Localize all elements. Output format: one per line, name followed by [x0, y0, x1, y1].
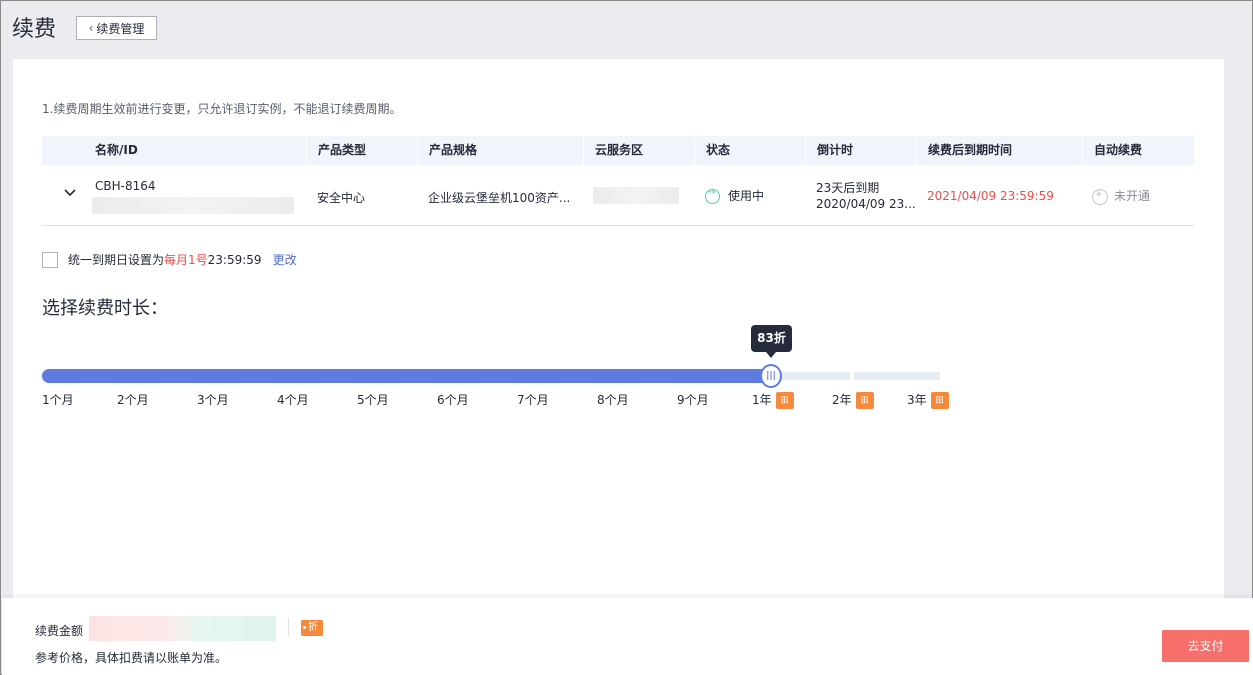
- duration-option-9-months[interactable]: 9个月: [677, 391, 709, 408]
- in-use-status-icon: [705, 187, 720, 204]
- instance-name: CBH-8164: [95, 179, 156, 193]
- unify-suffix: 23:59:59: [207, 252, 262, 267]
- page-title: 续费: [12, 17, 57, 42]
- col-header-product-type: 产品类型: [306, 136, 366, 165]
- fee-divider: [288, 618, 289, 636]
- duration-option-5-months[interactable]: 5个月: [357, 391, 389, 408]
- status-text: 使用中: [728, 189, 765, 203]
- unify-prefix: 统一到期日设置为: [68, 253, 165, 267]
- duration-option-3-months[interactable]: 3个月: [197, 391, 229, 408]
- table-row: CBH-8164 安全中心 企业级云堡垒机100资产... 使用中 23天后到期…: [42, 165, 1194, 226]
- gift-icon: ⊞: [775, 392, 794, 409]
- renewal-notice: 1.续费周期生效前进行变更，只允许退订实例，不能退订续费周期。: [42, 102, 402, 116]
- chevron-down-icon[interactable]: [63, 186, 77, 200]
- duration-option-3-years[interactable]: 3年 ⊞: [907, 391, 949, 409]
- table-header: 名称/ID 产品类型 产品规格 云服务区 状态 倒计时 续费后到期时间 自动续费: [42, 136, 1194, 165]
- auto-renew-cell: 未开通: [1092, 187, 1150, 205]
- duration-slider[interactable]: 83折 ||| 1个月 2个月 3个月 4个月 5个月 6个月 7个月 8个月 …: [42, 325, 952, 415]
- unify-expire-date-row: 统一到期日设置为 每月1号 23:59:59 更改: [42, 251, 297, 268]
- status-cell: 使用中: [705, 187, 764, 204]
- fee-label: 续费金额: [35, 624, 84, 638]
- page-frame: 续费 ‹ 续费管理 1.续费周期生效前进行变更，只允许退订实例，不能退订续费周期…: [0, 0, 1253, 675]
- auto-renew-icon: [1092, 188, 1108, 205]
- back-button-label: 续费管理: [96, 21, 145, 36]
- region-redacted: [593, 187, 679, 204]
- fee-amount-redacted: [89, 616, 276, 641]
- duration-option-2-years-label: 2年: [832, 393, 852, 407]
- duration-option-6-months[interactable]: 6个月: [437, 391, 469, 408]
- reference-price-note: 参考价格，具体扣费请以账单为准。: [35, 651, 228, 665]
- gift-icon: ⊞: [930, 392, 949, 409]
- col-header-status: 状态: [694, 136, 730, 165]
- payment-footer: 续费金额 折 参考价格，具体扣费请以账单为准。 去支付: [2, 598, 1253, 675]
- duration-title: 选择续费时长：: [42, 298, 168, 319]
- duration-option-2-months[interactable]: 2个月: [117, 391, 149, 408]
- duration-option-1-year[interactable]: 1年 ⊞: [752, 391, 794, 409]
- duration-option-7-months[interactable]: 7个月: [517, 391, 549, 408]
- discount-tag: 折: [301, 620, 323, 636]
- duration-option-4-months[interactable]: 4个月: [277, 391, 309, 408]
- product-spec: 企业级云堡垒机100资产...: [428, 191, 571, 205]
- col-header-spec: 产品规格: [417, 136, 477, 165]
- discount-tooltip: 83折: [751, 325, 792, 358]
- countdown-date: 2020/04/09 23...: [816, 197, 916, 211]
- product-type: 安全中心: [317, 191, 366, 205]
- col-header-auto-renew: 自动续费: [1082, 136, 1142, 165]
- auto-renew-text: 未开通: [1114, 189, 1151, 203]
- gift-icon: ⊞: [855, 392, 874, 409]
- duration-option-1-month[interactable]: 1个月: [42, 391, 74, 408]
- countdown-days: 23天后到期: [816, 181, 880, 195]
- instance-id-redacted: [92, 197, 294, 214]
- slider-fill: [42, 369, 772, 383]
- col-header-region: 云服务区: [583, 136, 643, 165]
- duration-option-2-years[interactable]: 2年 ⊞: [832, 391, 874, 409]
- duration-option-8-months[interactable]: 8个月: [597, 391, 629, 408]
- slider-track-year-2: [854, 372, 940, 380]
- chevron-left-icon: ‹: [88, 21, 94, 35]
- unify-highlight: 每月1号: [164, 253, 208, 267]
- duration-option-1-year-label: 1年: [752, 393, 772, 407]
- change-link[interactable]: 更改: [273, 251, 297, 268]
- unify-expire-checkbox[interactable]: [42, 251, 58, 268]
- instance-table: 名称/ID 产品类型 产品规格 云服务区 状态 倒计时 续费后到期时间 自动续费…: [42, 136, 1194, 226]
- col-header-name: 名称/ID: [95, 143, 138, 157]
- slider-handle[interactable]: |||: [760, 364, 782, 388]
- back-to-renewal-management-button[interactable]: ‹ 续费管理: [76, 16, 157, 40]
- col-header-countdown: 倒计时: [805, 136, 853, 165]
- expire-after-renewal: 2021/04/09 23:59:59: [927, 189, 1054, 203]
- pay-button[interactable]: 去支付: [1162, 630, 1249, 662]
- duration-option-3-years-label: 3年: [907, 393, 927, 407]
- col-header-expire-after: 续费后到期时间: [916, 136, 1012, 165]
